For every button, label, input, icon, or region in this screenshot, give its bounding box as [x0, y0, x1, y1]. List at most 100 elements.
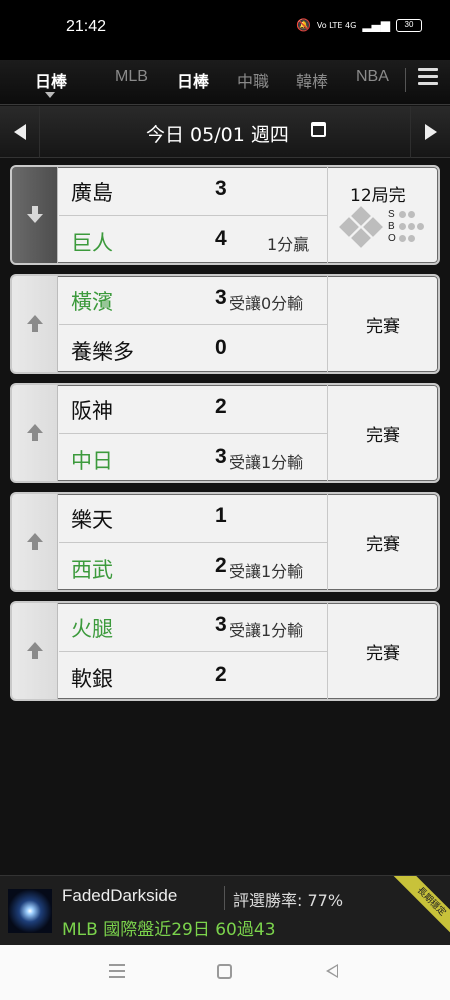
- expand-toggle[interactable]: [12, 603, 58, 699]
- team-name: 軟銀: [71, 667, 113, 691]
- badge-ribbon: 長期穩定: [392, 876, 450, 934]
- team-row-away: 樂天 1: [59, 494, 327, 543]
- teams: 火腿 3 受讓1分輸 軟銀 2: [59, 603, 327, 699]
- handicap-result: 受讓1分輸: [229, 453, 304, 472]
- status-time: 21:42: [66, 18, 107, 35]
- team-score: 3: [215, 445, 227, 468]
- date-label[interactable]: 今日 05/01 週四: [146, 120, 289, 147]
- arrow-up-icon: [24, 424, 46, 442]
- team-name: 中日: [71, 449, 113, 473]
- expand-toggle[interactable]: [12, 494, 58, 590]
- expert-record: MLB 國際盤近29日 60過43: [62, 920, 276, 940]
- game-card[interactable]: 阪神 2 中日 3 受讓1分輸 完賽: [10, 383, 440, 483]
- mute-icon: 🔕: [295, 18, 311, 32]
- signal-text: Vo LTE 4G: [316, 20, 357, 30]
- current-section-dropdown[interactable]: 日棒: [35, 68, 67, 92]
- out-count: O: [388, 233, 415, 244]
- team-score: 2: [215, 663, 227, 686]
- team-row-home: 中日 3 受讓1分輸: [59, 435, 327, 481]
- handicap-result: 受讓0分輸: [229, 294, 304, 313]
- team-row-home: 軟銀 2: [59, 653, 327, 699]
- bases-diamond-icon: [338, 205, 384, 248]
- footer-divider: [224, 886, 225, 910]
- teams: 阪神 2 中日 3 受讓1分輸: [59, 385, 327, 481]
- tab-kbo[interactable]: 韓棒: [296, 68, 328, 92]
- team-score: 1: [215, 504, 227, 527]
- team-name: 養樂多: [71, 340, 134, 364]
- strike-count: S: [388, 209, 415, 220]
- tab-mlb[interactable]: MLB: [115, 68, 148, 86]
- battery-icon: 30: [396, 18, 422, 32]
- prev-day-button[interactable]: [0, 106, 40, 158]
- tab-nba[interactable]: NBA: [356, 68, 389, 86]
- arrow-up-icon: [24, 642, 46, 660]
- calendar-icon[interactable]: [311, 122, 326, 137]
- tab-npb[interactable]: 日棒: [177, 68, 209, 92]
- expert-username: FadedDarkside: [62, 886, 178, 905]
- game-status: 完賽: [327, 276, 438, 372]
- arrow-right-icon: [424, 124, 437, 140]
- team-score: 3: [215, 177, 227, 200]
- team-name: 廣島: [71, 181, 113, 205]
- avatar: [8, 889, 52, 933]
- teams: 廣島 3 巨人 4 1分贏: [59, 167, 327, 263]
- game-status: 完賽: [327, 385, 438, 481]
- status-bar: 21:42 🔕 Vo LTE 4G ▂▄▆ 30: [0, 0, 450, 60]
- team-name: 火腿: [71, 617, 113, 641]
- arrow-up-icon: [24, 533, 46, 551]
- expand-toggle[interactable]: [12, 385, 58, 481]
- team-name: 西武: [71, 558, 113, 582]
- game-card[interactable]: 樂天 1 西武 2 受讓1分輸 完賽: [10, 492, 440, 592]
- signal-bars-icon: ▂▄▆: [362, 18, 390, 32]
- game-card[interactable]: 橫濱 3 受讓0分輸 養樂多 0 完賽: [10, 274, 440, 374]
- game-card[interactable]: 火腿 3 受讓1分輸 軟銀 2 完賽: [10, 601, 440, 701]
- game-status-live: 12局完 S B O: [327, 167, 438, 263]
- team-score: 2: [215, 554, 227, 577]
- expand-toggle[interactable]: [12, 276, 58, 372]
- recent-apps-icon[interactable]: [109, 964, 125, 978]
- team-row-away: 火腿 3 受讓1分輸: [59, 603, 327, 652]
- team-score: 4: [215, 227, 227, 250]
- chevron-down-icon[interactable]: [45, 92, 55, 98]
- teams: 樂天 1 西武 2 受讓1分輸: [59, 494, 327, 590]
- arrow-left-icon: [13, 124, 26, 140]
- nav-divider: [405, 68, 406, 92]
- next-day-button[interactable]: [410, 106, 450, 158]
- badge-label: 長期穩定: [393, 876, 450, 934]
- ball-count: B: [388, 221, 424, 232]
- expert-banner[interactable]: FadedDarkside 評選勝率: 77% MLB 國際盤近29日 60過4…: [0, 875, 450, 945]
- tab-cpbl[interactable]: 中職: [237, 68, 269, 92]
- game-card[interactable]: 廣島 3 巨人 4 1分贏 12局完 S B O: [10, 165, 440, 265]
- team-row-away: 廣島 3: [59, 167, 327, 216]
- status-icons: 🔕 Vo LTE 4G ▂▄▆ 30: [296, 18, 422, 32]
- system-nav-bar: [0, 945, 450, 1000]
- teams: 橫濱 3 受讓0分輸 養樂多 0: [59, 276, 327, 372]
- handicap-result: 受讓1分輸: [229, 562, 304, 581]
- team-row-away: 阪神 2: [59, 385, 327, 434]
- game-status: 12局完: [350, 186, 406, 206]
- team-name: 阪神: [71, 399, 113, 423]
- back-icon[interactable]: [326, 964, 338, 978]
- sport-nav-bar: 日棒 MLB 日棒 中職 韓棒 NBA: [0, 60, 450, 105]
- team-name: 橫濱: [71, 290, 113, 314]
- expand-toggle[interactable]: [12, 167, 58, 263]
- date-bar: 今日 05/01 週四: [0, 106, 450, 158]
- team-row-away: 橫濱 3 受讓0分輸: [59, 276, 327, 325]
- team-row-home: 西武 2 受讓1分輸: [59, 544, 327, 590]
- team-score: 0: [215, 336, 227, 359]
- win-rate: 評選勝率: 77%: [233, 891, 344, 910]
- team-name: 樂天: [71, 508, 113, 532]
- team-score: 3: [215, 613, 227, 636]
- home-icon[interactable]: [217, 964, 232, 979]
- arrow-down-icon: [24, 206, 46, 224]
- menu-icon[interactable]: [418, 68, 438, 88]
- team-score: 2: [215, 395, 227, 418]
- team-score: 3: [215, 286, 227, 309]
- game-status: 完賽: [327, 494, 438, 590]
- team-row-home: 養樂多 0: [59, 326, 327, 372]
- game-status: 完賽: [327, 603, 438, 699]
- team-name: 巨人: [71, 231, 113, 255]
- team-row-home: 巨人 4 1分贏: [59, 217, 327, 263]
- arrow-up-icon: [24, 315, 46, 333]
- handicap-result: 受讓1分輸: [229, 621, 304, 640]
